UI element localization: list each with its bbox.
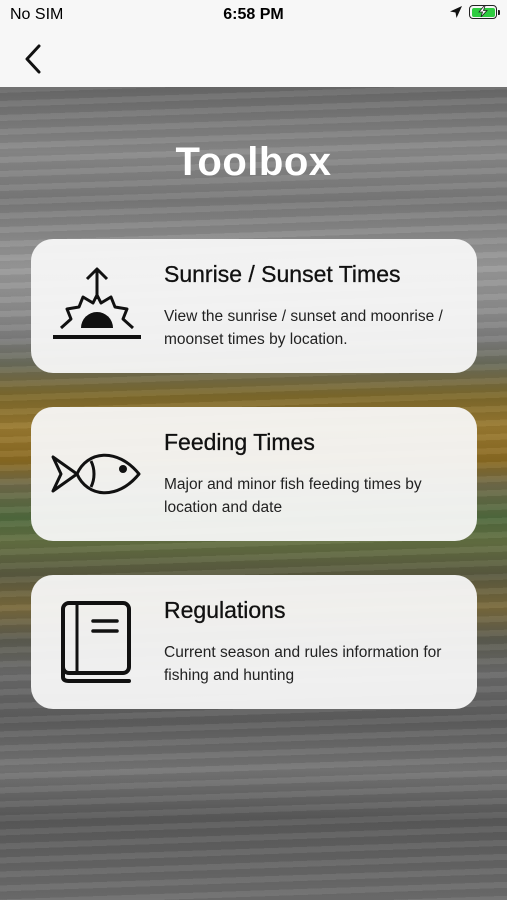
status-icons xyxy=(449,5,500,19)
card-title: Feeding Times xyxy=(164,429,315,455)
sunrise-icon xyxy=(53,267,141,339)
location-arrow-icon xyxy=(450,6,462,18)
clock: 6:58 PM xyxy=(223,6,284,23)
card-description: View the sunrise / sunset and moonrise /… xyxy=(164,308,443,348)
sunrise-sunset-card[interactable]: Sunrise / Sunset Times View the sunrise … xyxy=(31,239,477,373)
feeding-times-card[interactable]: Feeding Times Major and minor fish feedi… xyxy=(31,407,477,541)
navigation-bar xyxy=(0,30,507,87)
card-description: Major and minor fish feeding times by lo… xyxy=(164,476,422,516)
book-icon xyxy=(61,601,131,683)
regulations-card[interactable]: Regulations Current season and rules inf… xyxy=(31,575,477,709)
card-description: Current season and rules information for… xyxy=(164,644,442,684)
page-title: Toolbox xyxy=(175,140,332,184)
card-title: Sunrise / Sunset Times xyxy=(164,261,401,287)
status-bar: No SIM 6:58 PM xyxy=(0,0,507,30)
fish-icon xyxy=(51,453,141,495)
chevron-left-icon xyxy=(25,44,41,74)
battery-charging-icon xyxy=(469,5,500,19)
back-button[interactable] xyxy=(20,42,50,76)
card-title: Regulations xyxy=(164,597,286,623)
